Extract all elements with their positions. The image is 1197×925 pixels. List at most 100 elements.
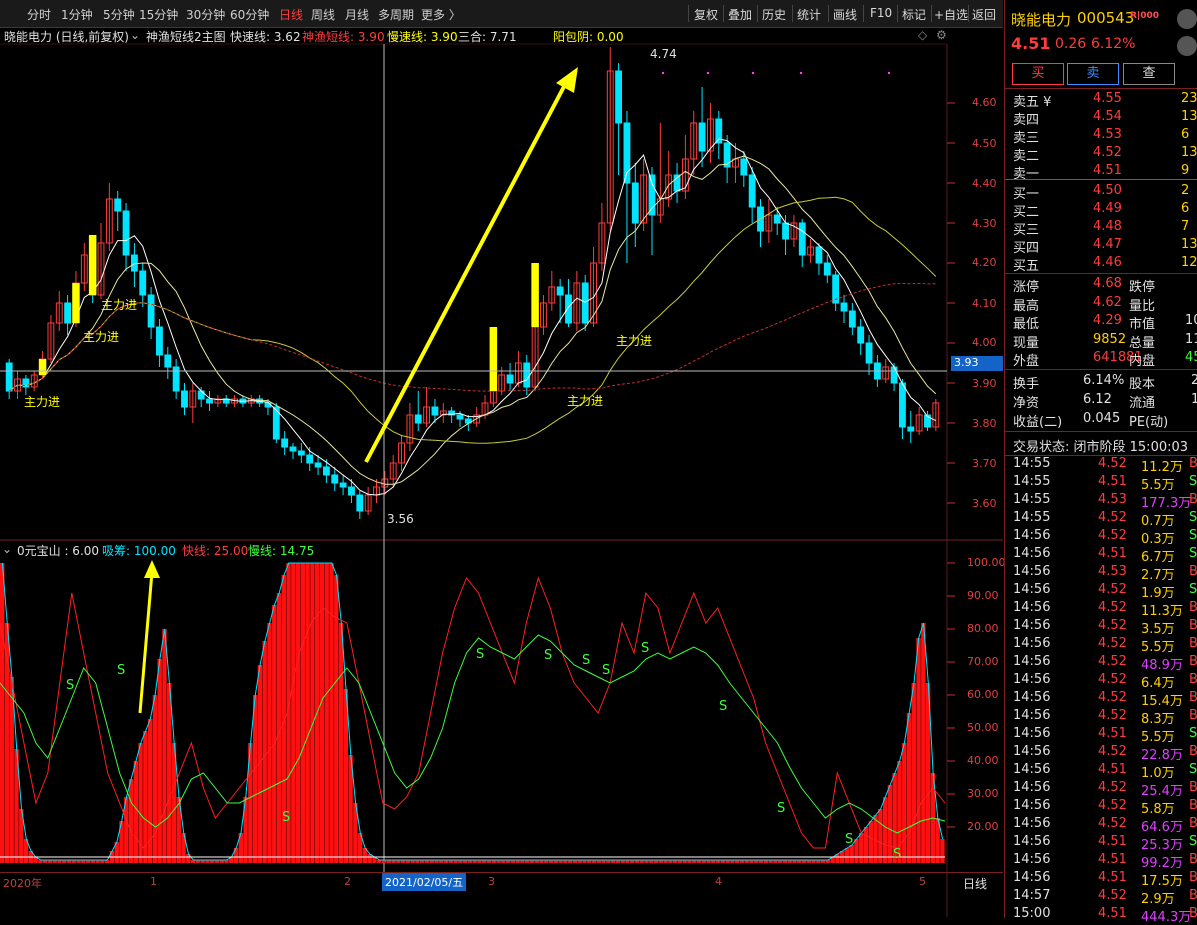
stat-value: 4.68	[1093, 276, 1122, 291]
tick-volume: 6.7万	[1141, 550, 1175, 565]
bid-label: 买四	[1013, 241, 1040, 256]
stat-row: 换手 6.14% 股本 2	[1013, 373, 1197, 392]
candle-body	[114, 198, 122, 212]
zhuli-label: 主力进	[83, 330, 120, 344]
tab-15min[interactable]: 15分钟	[139, 6, 178, 23]
zhuli-label: 主力进	[616, 334, 653, 348]
tick-row: 14:56 4.52 3.5万 B	[1013, 618, 1197, 637]
tick-direction: B	[1189, 852, 1197, 867]
kline-chart-svg[interactable]	[0, 27, 1003, 918]
stat-row: 最高 4.62 量比	[1013, 295, 1197, 314]
chart-area[interactable]: 晓能电力 (日线,前复权) ⌄ 神渔短线2主图 快速线: 3.62 神渔短线: …	[0, 27, 1006, 918]
candle-body	[431, 406, 439, 416]
trade-status: 交易状态: 闭市阶段 15:00:03	[1013, 440, 1189, 455]
tab-1min[interactable]: 1分钟	[61, 6, 93, 23]
mark-button[interactable]: 标记	[902, 6, 926, 23]
bid-row: 买一 4.50 2	[1013, 183, 1197, 202]
query-button[interactable]: 查	[1123, 63, 1175, 85]
ask-price: 4.55	[1093, 91, 1122, 106]
period-indicator[interactable]: 日线	[963, 875, 987, 892]
history-button[interactable]: 历史	[762, 6, 786, 23]
cursor-price-badge: 3.93	[951, 356, 1003, 371]
sell-button[interactable]: 卖	[1067, 63, 1119, 85]
xichou-bar	[267, 623, 272, 863]
candle-body	[122, 210, 130, 256]
xichou-bar	[849, 845, 854, 863]
tick-direction: B	[1189, 744, 1197, 759]
tab-60min[interactable]: 60分钟	[230, 6, 269, 23]
ask-price: 4.53	[1093, 127, 1122, 142]
buy-button[interactable]: 买	[1012, 63, 1064, 85]
tab-fenshi[interactable]: 分时	[27, 6, 51, 23]
cursor-date-badge: 2021/02/05/五	[382, 873, 467, 891]
tab-more[interactable]: 更多 〉	[421, 6, 461, 23]
candle-body	[297, 450, 305, 456]
date-tick: 4	[715, 875, 722, 888]
bid-price: 4.48	[1093, 219, 1122, 234]
tick-volume: 1.0万	[1141, 766, 1175, 781]
fuquan-button[interactable]: 复权	[694, 6, 718, 23]
tick-row: 14:56 4.52 15.4万 B	[1013, 690, 1197, 709]
shenyu-line-label: 神渔短线: 3.90	[302, 30, 385, 44]
tick-row: 14:56 4.52 64.6万 B	[1013, 816, 1197, 835]
tick-price: 4.52	[1098, 690, 1127, 705]
tick-volume: 48.9万	[1141, 658, 1183, 673]
tab-weekly[interactable]: 周线	[311, 6, 335, 23]
tick-time: 14:55	[1013, 474, 1051, 489]
zhuli-bar	[489, 327, 498, 391]
overlay-button[interactable]: 叠加	[728, 6, 752, 23]
candle-body	[339, 482, 347, 488]
candle-body	[206, 398, 213, 404]
date-tick: 1	[150, 875, 157, 888]
date-tick: 5	[919, 875, 926, 888]
draw-line-button[interactable]: 画线	[833, 6, 857, 23]
stat-row: 涨停 4.68 跌停	[1013, 276, 1197, 295]
tab-5min[interactable]: 5分钟	[103, 6, 135, 23]
back-button[interactable]: 返回	[972, 6, 996, 23]
price-change-pct: 6.12%	[1091, 36, 1136, 52]
tick-price: 4.52	[1098, 456, 1127, 471]
tab-monthly[interactable]: 月线	[345, 6, 369, 23]
ask-price: 4.52	[1093, 145, 1122, 160]
sub-tick: 60.00	[967, 688, 999, 701]
tick-volume: 64.6万	[1141, 820, 1183, 835]
tab-daily[interactable]: 日线	[279, 6, 303, 23]
stats-button[interactable]: 统计	[797, 6, 821, 23]
tick-direction: S	[1189, 474, 1197, 489]
sub-indicator-menu-icon[interactable]: ⌄	[2, 542, 12, 556]
stock-info-icon[interactable]	[1177, 9, 1197, 29]
ask-row: 卖五 ¥ 4.55 23	[1013, 91, 1197, 110]
tick-direction: S	[1189, 546, 1197, 561]
diamond-icon[interactable]: ◇	[918, 28, 927, 42]
indicator-menu-icon[interactable]: ⌄	[130, 28, 140, 42]
tick-row: 14:56 4.51 17.5万 B	[1013, 870, 1197, 889]
sub-tick: 40.00	[967, 754, 999, 767]
tick-row: 14:56 4.52 22.8万 B	[1013, 744, 1197, 763]
tick-row: 14:56 4.51 5.5万 S	[1013, 726, 1197, 745]
tab-multi-period[interactable]: 多周期	[378, 6, 414, 23]
candle-body	[565, 294, 572, 324]
bid-volume: 2	[1181, 183, 1190, 198]
stat-key: 现量	[1013, 335, 1040, 351]
xichou-bar	[300, 563, 306, 863]
date-tick: 2020年	[3, 877, 42, 890]
tab-30min[interactable]: 30分钟	[186, 6, 225, 23]
tick-time: 14:56	[1013, 672, 1051, 687]
tick-price: 4.51	[1098, 726, 1127, 741]
f10-button[interactable]: F10	[870, 6, 892, 20]
period-toolbar: 分时 1分钟 5分钟 15分钟 30分钟 60分钟 日线 周线 月线 多周期 更…	[0, 0, 1003, 28]
ask-volume: 6	[1181, 127, 1190, 142]
stock-name: 晓能电力	[1011, 11, 1072, 29]
high-price-label: 4.74	[650, 47, 677, 61]
stat-value: 1	[1191, 392, 1197, 407]
more-icon[interactable]	[1177, 36, 1197, 56]
tick-row: 14:56 4.52 25.4万 B	[1013, 780, 1197, 799]
xichou-bar	[324, 563, 329, 863]
stat-row: 外盘641881内盘45	[1013, 350, 1197, 369]
xichou-bar	[878, 809, 883, 863]
candle-body	[865, 342, 873, 364]
s-signal: S	[282, 810, 291, 825]
add-watchlist-button[interactable]: +自选	[934, 6, 968, 23]
settings-icon[interactable]: ⚙	[936, 28, 947, 42]
tick-volume: 11.3万	[1141, 604, 1183, 619]
